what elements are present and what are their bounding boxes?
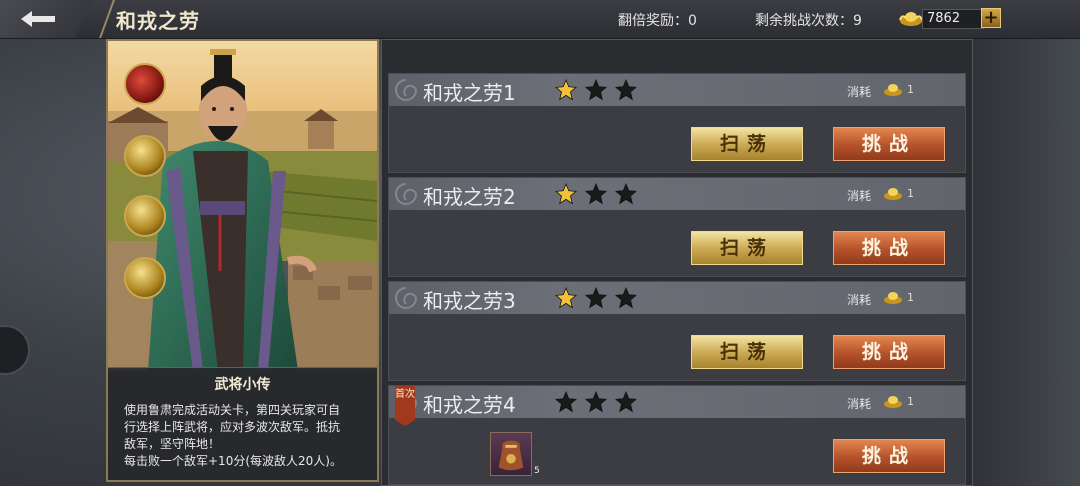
star-icon bbox=[615, 183, 637, 205]
skill-orb-icon[interactable] bbox=[124, 257, 166, 299]
level-header: 和戎之劳2 消耗 1 bbox=[389, 178, 965, 210]
add-gold-button[interactable]: + bbox=[981, 8, 1001, 28]
challenge-button[interactable]: 挑战 bbox=[833, 127, 945, 161]
cost-amount: 1 bbox=[907, 187, 914, 200]
star-icon bbox=[555, 391, 577, 413]
skill-fire-icon[interactable] bbox=[124, 63, 166, 105]
bio-line: 使用鲁肃完成活动关卡，第四关玩家可自 bbox=[124, 403, 341, 417]
gold-amount: 7862 bbox=[922, 9, 984, 29]
challenge-button[interactable]: 挑战 bbox=[833, 231, 945, 265]
cost-amount: 1 bbox=[907, 291, 914, 304]
cost-label: 消耗 bbox=[847, 293, 872, 307]
cost-label: 消耗 bbox=[847, 85, 872, 99]
cost-amount: 1 bbox=[907, 395, 914, 408]
remaining-attempts-text: 剩余挑战次数：9 bbox=[755, 13, 862, 29]
first-clear-badge: 首次 bbox=[395, 386, 415, 426]
level-header: 和戎之劳3 消耗 1 bbox=[389, 282, 965, 314]
star-icon bbox=[615, 79, 637, 101]
reward-bag-icon[interactable] bbox=[490, 432, 532, 476]
level-name: 和戎之劳1 bbox=[423, 81, 516, 105]
gold-ingot-icon bbox=[884, 188, 902, 200]
level-card: 和戎之劳2 消耗 1 扫荡 挑战 bbox=[388, 177, 966, 277]
star-icon bbox=[555, 183, 577, 205]
bio-title: 武将小传 bbox=[214, 377, 271, 393]
gold-ingot-icon bbox=[899, 12, 923, 26]
star-rating bbox=[555, 287, 637, 309]
level-header: 和戎之劳4 消耗 1 bbox=[389, 386, 965, 418]
level-name: 和戎之劳3 bbox=[423, 289, 516, 313]
top-bar: 和戎之劳 翻倍奖励：0 剩余挑战次数：9 7862 + bbox=[0, 0, 1080, 39]
back-arrow-icon bbox=[21, 11, 55, 27]
hero-panel: 武将小传 使用鲁肃完成活动关卡，第四关玩家可自 行选择上阵武将，应对多波次敌军。… bbox=[106, 39, 379, 482]
page-title: 和戎之劳 bbox=[116, 9, 200, 33]
level-card: 和戎之劳4 消耗 1 首次 5 挑战 bbox=[388, 385, 966, 485]
gold-ingot-icon bbox=[884, 84, 902, 96]
cost-label: 消耗 bbox=[847, 397, 872, 411]
star-icon bbox=[615, 391, 637, 413]
gold-ingot-icon bbox=[884, 396, 902, 408]
background-strip bbox=[973, 39, 1080, 486]
reward-count: 5 bbox=[534, 466, 540, 476]
level-name: 和戎之劳2 bbox=[423, 185, 516, 209]
level-name: 和戎之劳4 bbox=[423, 393, 516, 417]
sweep-button[interactable]: 扫荡 bbox=[691, 335, 803, 369]
bio-text: 使用鲁肃完成活动关卡，第四关玩家可自 行选择上阵武将，应对多波次敌军。抵抗 敌军… bbox=[108, 394, 377, 470]
swirl-deco-icon bbox=[395, 183, 418, 205]
hero-bio: 武将小传 使用鲁肃完成活动关卡，第四关玩家可自 行选择上阵武将，应对多波次敌军。… bbox=[108, 367, 377, 480]
double-reward-text: 翻倍奖励：0 bbox=[618, 13, 697, 29]
cost-label: 消耗 bbox=[847, 189, 872, 203]
star-icon bbox=[585, 79, 607, 101]
sweep-button[interactable]: 扫荡 bbox=[691, 127, 803, 161]
cost-amount: 1 bbox=[907, 83, 914, 96]
star-icon bbox=[585, 183, 607, 205]
bio-line: 行选择上阵武将，应对多波次敌军。抵抗 bbox=[124, 420, 341, 434]
star-icon bbox=[555, 79, 577, 101]
star-icon bbox=[555, 287, 577, 309]
gold-ingot-icon bbox=[884, 292, 902, 304]
star-rating bbox=[555, 79, 637, 101]
star-icon bbox=[615, 287, 637, 309]
sweep-button[interactable]: 扫荡 bbox=[691, 231, 803, 265]
star-icon bbox=[585, 287, 607, 309]
bio-line: 敌军，坚守阵地！ bbox=[124, 437, 221, 451]
skill-orb-icon[interactable] bbox=[124, 195, 166, 237]
bio-line: 每击败一个敌军+10分(每波敌人20人)。 bbox=[124, 454, 342, 468]
level-header: 和戎之劳1 消耗 1 bbox=[389, 74, 965, 106]
swirl-deco-icon bbox=[395, 79, 418, 101]
star-icon bbox=[585, 391, 607, 413]
level-card: 和戎之劳3 消耗 1 扫荡 挑战 bbox=[388, 281, 966, 381]
level-list[interactable]: 和戎之劳1 消耗 1 扫荡 挑战 和戎之劳2 消耗 1 扫荡 挑战 和戎之劳3 消耗 1 扫荡 挑战 和戎之劳… bbox=[381, 39, 973, 486]
level-card: 和戎之劳1 消耗 1 扫荡 挑战 bbox=[388, 73, 966, 173]
challenge-button[interactable]: 挑战 bbox=[833, 439, 945, 473]
side-menu-button[interactable] bbox=[0, 325, 30, 375]
skill-orb-icon[interactable] bbox=[124, 135, 166, 177]
swirl-deco-icon bbox=[395, 287, 418, 309]
star-rating bbox=[555, 183, 637, 205]
challenge-button[interactable]: 挑战 bbox=[833, 335, 945, 369]
star-rating bbox=[555, 391, 637, 413]
